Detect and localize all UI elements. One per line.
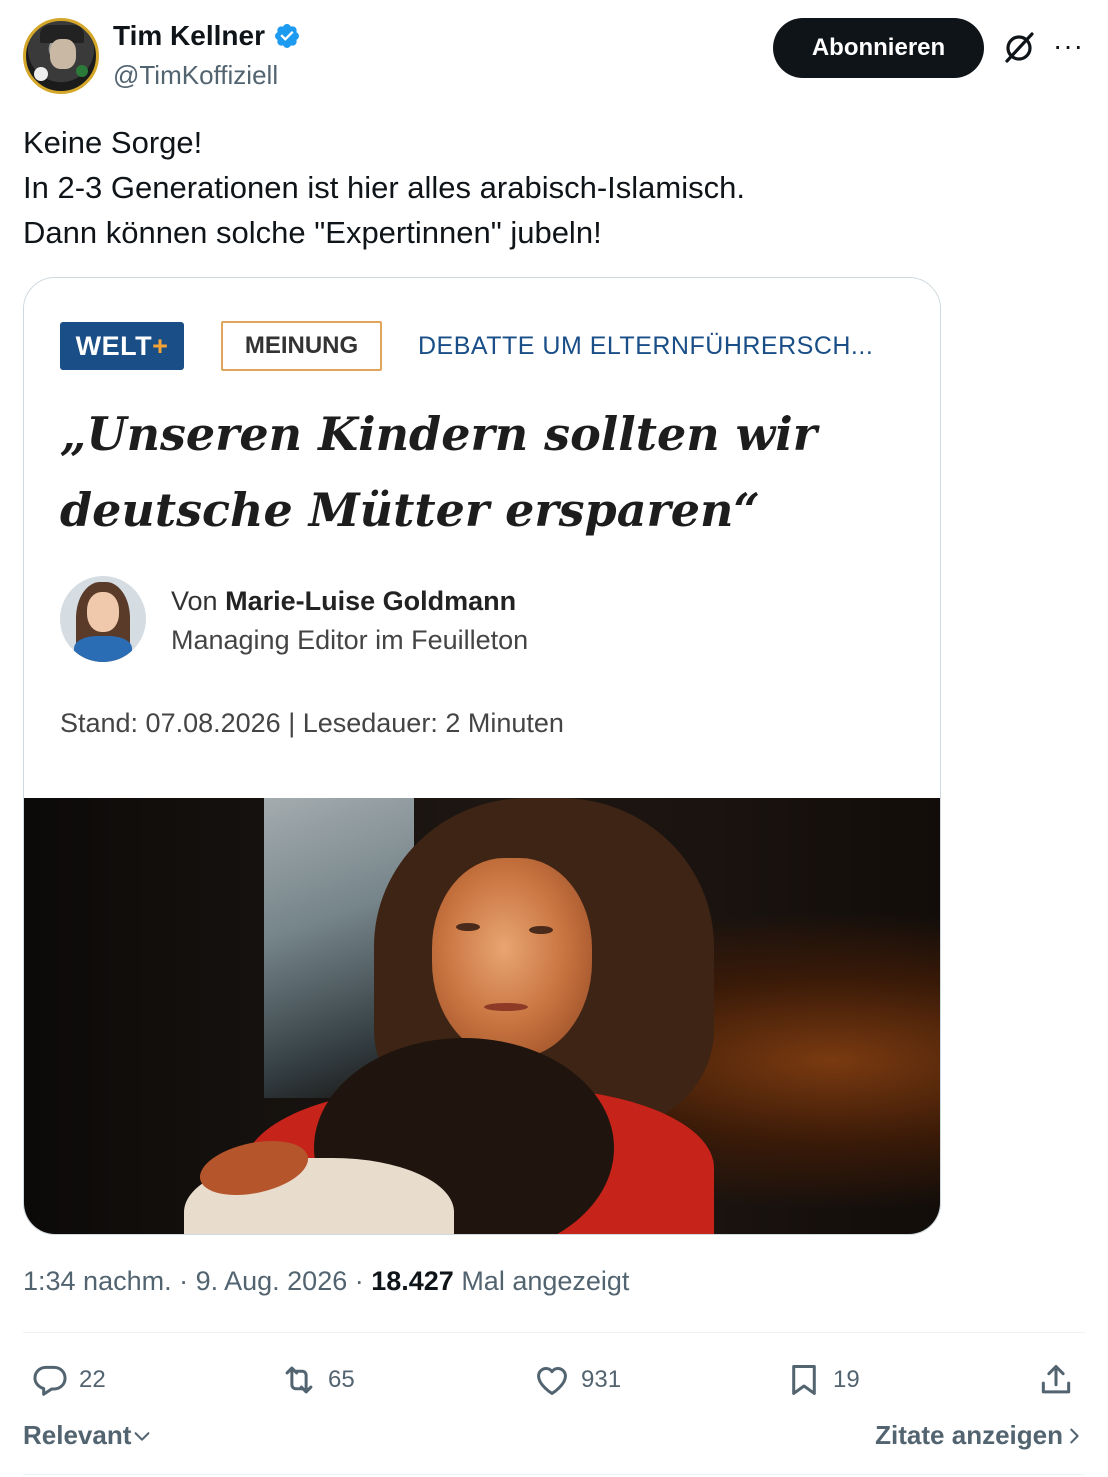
like-button[interactable]: 931 bbox=[533, 1356, 621, 1404]
grok-icon[interactable] bbox=[1001, 30, 1037, 66]
view-quotes-link[interactable]: Zitate anzeigen bbox=[875, 1420, 1085, 1451]
author-handle[interactable]: @TimKoffiziell bbox=[113, 60, 278, 91]
share-button[interactable] bbox=[1037, 1356, 1075, 1404]
reply-button[interactable]: 22 bbox=[31, 1356, 106, 1404]
share-icon bbox=[1041, 1365, 1071, 1394]
article-author-role: Managing Editor im Feuilleton bbox=[171, 625, 529, 655]
sort-dropdown[interactable]: Relevant bbox=[23, 1420, 153, 1451]
author-shirt bbox=[74, 636, 132, 662]
author-avatar[interactable] bbox=[23, 18, 99, 94]
view-label: Mal angezeigt bbox=[453, 1266, 630, 1296]
chevron-down-icon bbox=[134, 1431, 150, 1441]
tweet-line: In 2-3 Generationen ist hier alles arabi… bbox=[23, 170, 745, 205]
quotes-label: Zitate anzeigen bbox=[875, 1420, 1063, 1450]
category-badge: MEINUNG bbox=[221, 321, 382, 371]
action-bar: 22 65 931 19 bbox=[23, 1356, 1085, 1404]
tweet-time[interactable]: 1:34 nachm. · 9. Aug. 2026 · bbox=[23, 1266, 371, 1296]
verified-badge-icon bbox=[275, 24, 299, 48]
article-author-name: Marie-Luise Goldmann bbox=[225, 586, 517, 616]
topic-label: DEBATTE UM ELTERNFÜHRERSCH... bbox=[418, 332, 874, 360]
tweet-timestamp: 1:34 nachm. · 9. Aug. 2026 · 18.427 Mal … bbox=[23, 1266, 629, 1297]
tweet-header: Tim Kellner @TimKoffiziell Abonnieren ··… bbox=[23, 18, 1085, 94]
tweet-text: Keine Sorge! In 2-3 Generationen ist hie… bbox=[23, 120, 1085, 255]
photo-eye bbox=[456, 923, 480, 931]
retweet-icon bbox=[285, 1366, 313, 1394]
photo-eye bbox=[529, 926, 553, 934]
heart-icon bbox=[537, 1366, 567, 1395]
byline-prefix: Von bbox=[171, 586, 218, 616]
subscribe-button[interactable]: Abonnieren bbox=[773, 18, 984, 78]
author-name-row: Tim Kellner bbox=[113, 20, 301, 52]
like-count: 931 bbox=[581, 1366, 622, 1393]
avatar-patch bbox=[34, 67, 48, 81]
headline-line: „Unseren Kindern sollten wir bbox=[60, 407, 817, 461]
article-header: WELT + MEINUNG DEBATTE UM ELTERNFÜHRERSCH… bbox=[24, 278, 940, 798]
article-meta: Stand: 07.08.2026 | Lesedauer: 2 Minuten bbox=[60, 708, 564, 738]
sort-label: Relevant bbox=[23, 1420, 132, 1450]
tweet-line: Dann können solche "Expertinnen" jubeln! bbox=[23, 215, 602, 250]
article-byline: Von Marie-Luise Goldmann bbox=[171, 586, 516, 617]
tweet-line: Keine Sorge! bbox=[23, 125, 203, 160]
article-author-avatar bbox=[60, 576, 146, 662]
view-count: 18.427 bbox=[371, 1266, 454, 1296]
photo-mother-face bbox=[432, 858, 592, 1058]
media-card[interactable]: WELT + MEINUNG DEBATTE UM ELTERNFÜHRERSCH… bbox=[23, 277, 941, 1235]
author-face bbox=[87, 592, 119, 632]
welt-logo-text: WELT bbox=[75, 330, 153, 361]
retweet-count: 65 bbox=[328, 1366, 355, 1393]
bookmark-icon bbox=[792, 1365, 816, 1395]
divider bbox=[23, 1332, 1085, 1333]
bookmark-button[interactable]: 19 bbox=[785, 1356, 860, 1404]
reply-icon bbox=[33, 1365, 67, 1396]
avatar-patch bbox=[76, 65, 88, 77]
author-name[interactable]: Tim Kellner bbox=[113, 20, 265, 52]
chevron-right-icon bbox=[1070, 1428, 1079, 1443]
welt-logo-plus: + bbox=[152, 330, 169, 361]
headline-line: deutsche Mütter ersparen“ bbox=[60, 483, 760, 537]
retweet-button[interactable]: 65 bbox=[280, 1356, 355, 1404]
divider bbox=[23, 1474, 1085, 1475]
photo-mouth bbox=[484, 1003, 528, 1011]
avatar-face bbox=[50, 39, 76, 69]
reply-count: 22 bbox=[79, 1366, 106, 1393]
article-headline: „Unseren Kindern sollten wir deutsche Mü… bbox=[60, 396, 920, 548]
bookmark-count: 19 bbox=[833, 1366, 860, 1393]
more-icon[interactable]: ··· bbox=[1053, 32, 1084, 60]
article-photo bbox=[24, 798, 940, 1234]
welt-plus-logo: WELT + bbox=[60, 322, 184, 370]
